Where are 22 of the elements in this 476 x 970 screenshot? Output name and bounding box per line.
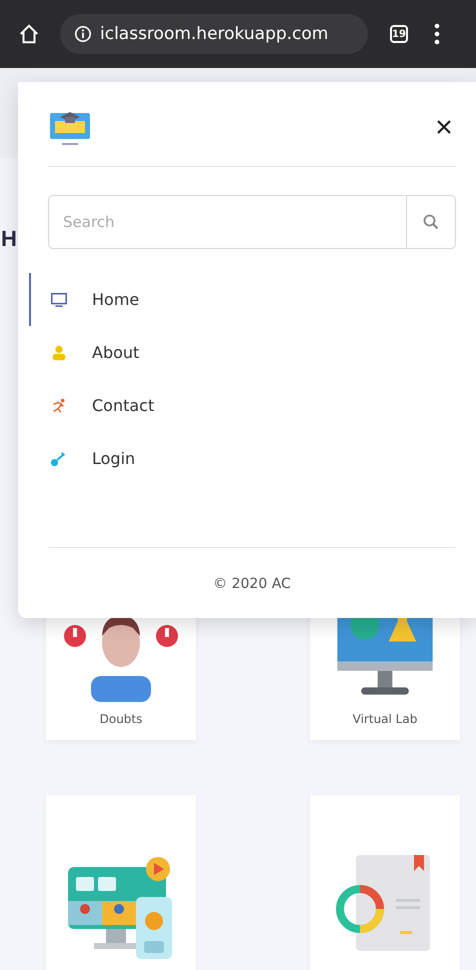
search-field[interactable]: Search bbox=[48, 195, 406, 249]
card-label: Doubts bbox=[100, 712, 142, 726]
menu-item[interactable]: Login bbox=[29, 432, 456, 485]
menu-icon[interactable] bbox=[434, 23, 440, 45]
url-text: iclassroom.herokuapp.com bbox=[100, 24, 328, 44]
feature-card[interactable] bbox=[46, 795, 196, 970]
page-heading: H bbox=[0, 228, 18, 250]
tab-count[interactable]: 19 bbox=[390, 25, 408, 43]
search-button[interactable] bbox=[406, 195, 456, 249]
key-icon bbox=[50, 450, 68, 468]
search-icon bbox=[423, 214, 439, 230]
info-icon[interactable] bbox=[74, 25, 92, 43]
home-icon[interactable] bbox=[18, 23, 40, 45]
address-bar[interactable]: iclassroom.herokuapp.com bbox=[60, 14, 368, 54]
menu-item[interactable]: Home bbox=[29, 273, 456, 326]
person-icon bbox=[50, 344, 68, 362]
copyright-text: © 2020 AC bbox=[212, 576, 292, 592]
close-icon[interactable] bbox=[436, 119, 452, 135]
monitor-icon bbox=[50, 290, 68, 308]
menu-item[interactable]: About bbox=[29, 326, 456, 379]
menu-item[interactable]: Contact bbox=[29, 379, 456, 432]
card-label: Virtual Lab bbox=[352, 712, 418, 726]
